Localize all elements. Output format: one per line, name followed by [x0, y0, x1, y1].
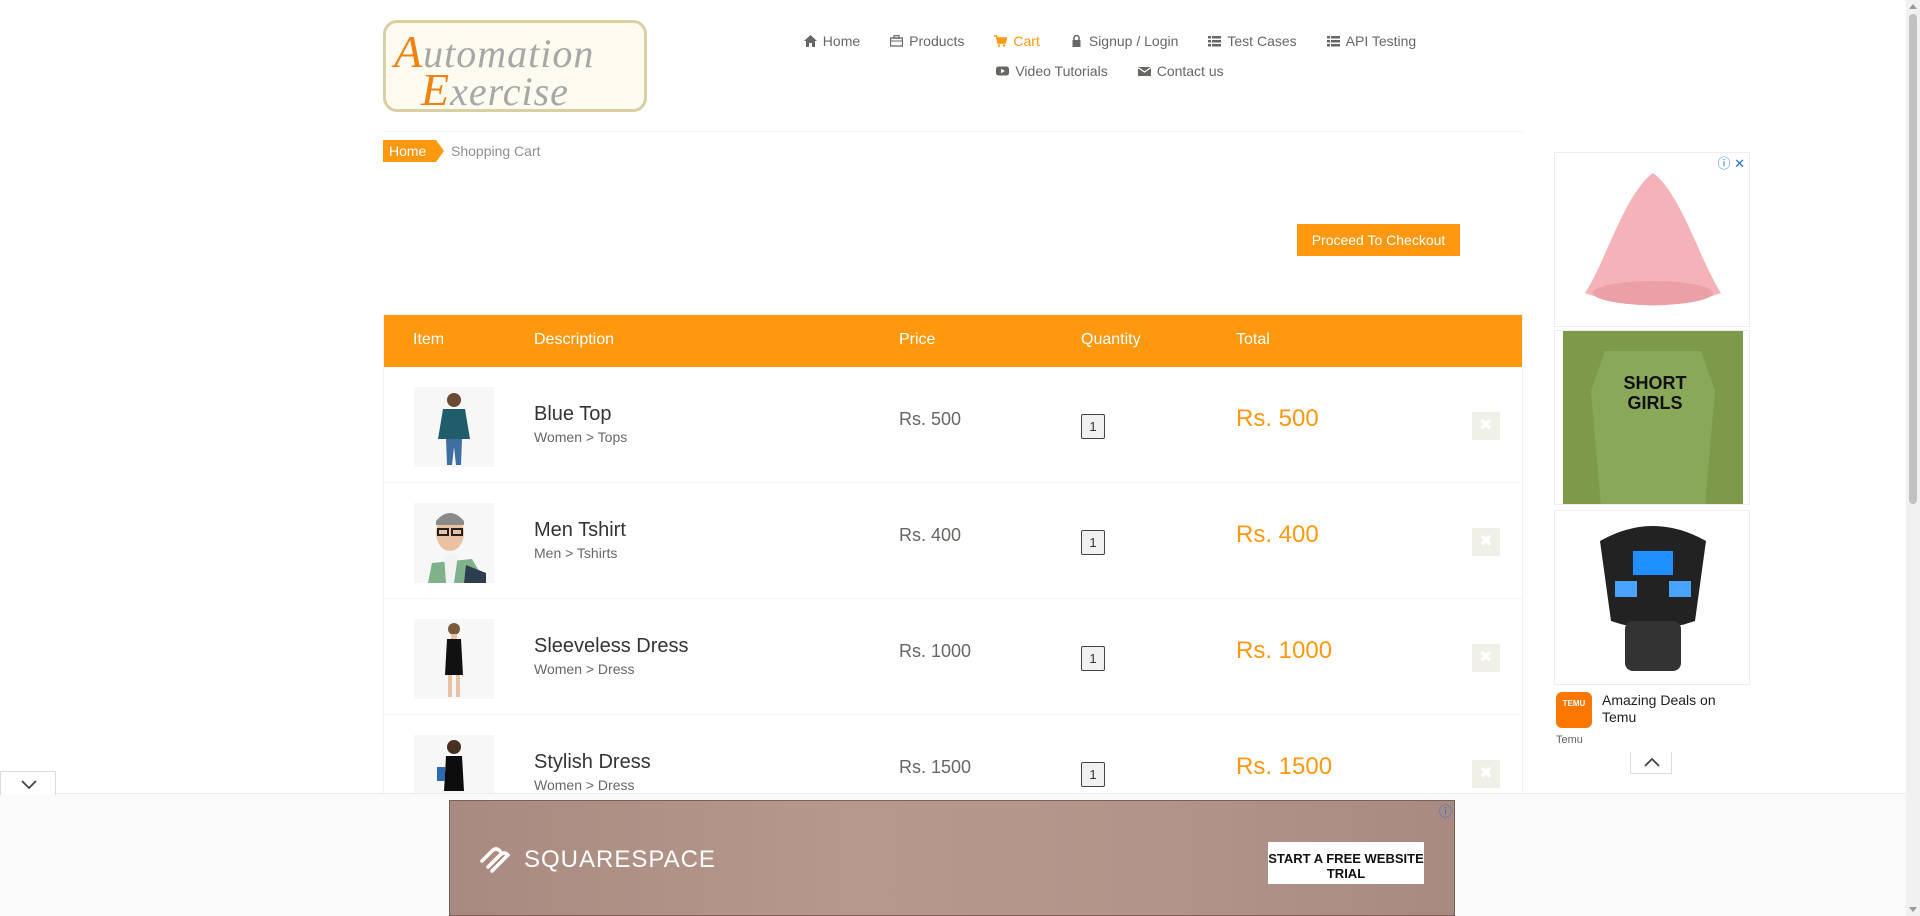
bottom-ad-toggle[interactable] — [0, 771, 56, 795]
nav-contact-us[interactable]: Contact us — [1137, 63, 1224, 79]
quantity-box[interactable]: 1 — [1081, 762, 1105, 787]
nav-video-tutorials[interactable]: Video Tutorials — [996, 63, 1108, 79]
product-price: Rs. 500 — [899, 409, 962, 429]
header-item: Item — [413, 331, 445, 348]
home-icon — [803, 35, 817, 47]
nav-test-cases[interactable]: Test Cases — [1208, 33, 1297, 49]
ad-info-icon[interactable]: ⓘ — [1439, 801, 1452, 820]
ad-product-massager[interactable]: ⓘ ✕ — [1554, 152, 1750, 327]
scroll-thumb[interactable] — [1909, 14, 1917, 504]
main-nav: Home Products Cart Signup / Login Test C… — [780, 26, 1440, 86]
temu-logo[interactable]: TEMU — [1556, 692, 1592, 728]
product-price: Rs. 400 — [899, 525, 962, 545]
header-divider — [383, 131, 1523, 132]
product-price: Rs. 1500 — [899, 757, 972, 777]
squarespace-banner[interactable]: SQUARESPACE START A FREE WEBSITE TRIAL ⓘ — [449, 800, 1455, 916]
quantity-box[interactable]: 1 — [1081, 530, 1105, 555]
cart-table-header: Item Description Price Quantity Total — [384, 315, 1522, 367]
nav-cart[interactable]: Cart — [994, 33, 1040, 49]
nav-home[interactable]: Home — [803, 33, 861, 49]
header-description: Description — [534, 331, 615, 348]
nav-products[interactable]: Products — [890, 33, 964, 49]
chevron-down-icon — [21, 780, 37, 790]
header-quantity: Quantity — [1081, 331, 1141, 348]
scroll-up-arrow-icon[interactable] — [1909, 4, 1917, 9]
cart-icon — [994, 35, 1008, 47]
nav-test-cases-label: Test Cases — [1227, 33, 1297, 49]
delete-item-button[interactable]: ✖ — [1472, 760, 1500, 788]
product-total: Rs. 500 — [1236, 405, 1319, 432]
proceed-to-checkout-button[interactable]: Proceed To Checkout — [1297, 224, 1460, 256]
lock-icon — [1072, 35, 1081, 47]
ad-product-charger[interactable] — [1554, 510, 1750, 685]
quantity-box[interactable]: 1 — [1081, 414, 1105, 439]
cart-row: Sleeveless Dress Women > Dress Rs. 1000 … — [384, 599, 1522, 715]
list-icon — [1326, 36, 1340, 47]
product-name[interactable]: Men Tshirt — [534, 519, 626, 542]
breadcrumb-home[interactable]: Home — [383, 140, 445, 162]
scroll-down-arrow-icon[interactable] — [1909, 907, 1917, 912]
nav-signup-label: Signup / Login — [1088, 33, 1179, 49]
nav-home-label: Home — [822, 33, 861, 49]
nav-signup-login[interactable]: Signup / Login — [1070, 33, 1179, 49]
squarespace-wordmark: SQUARESPACE — [524, 846, 716, 873]
chevron-up-icon — [1644, 757, 1660, 767]
nav-row-1: Home Products Cart Signup / Login Test C… — [780, 26, 1440, 56]
ad-collapse-button[interactable] — [1630, 752, 1672, 774]
envelope-icon — [1137, 67, 1151, 76]
squarespace-logo: SQUARESPACE — [478, 845, 716, 875]
cart-row: Men Tshirt Men > Tshirts Rs. 400 1 Rs. 4… — [384, 483, 1522, 599]
nav-video-label: Video Tutorials — [1015, 63, 1108, 79]
header-price: Price — [899, 331, 936, 348]
product-total: Rs. 400 — [1236, 521, 1319, 548]
ad-caption[interactable]: Amazing Deals on Temu — [1602, 692, 1742, 726]
start-free-trial-button[interactable]: START A FREE WEBSITE TRIAL — [1268, 842, 1424, 884]
cart-table: Item Description Price Quantity Total Bl… — [383, 314, 1523, 794]
product-category: Women > Dress — [534, 661, 635, 677]
product-price: Rs. 1000 — [899, 641, 972, 661]
briefcase-icon — [890, 35, 904, 47]
delete-item-button[interactable]: ✖ — [1472, 412, 1500, 440]
nav-products-label: Products — [909, 33, 965, 49]
cart-row: Blue Top Women > Tops Rs. 500 1 Rs. 500 … — [384, 367, 1522, 483]
breadcrumb-current: Shopping Cart — [451, 143, 541, 159]
header-total: Total — [1236, 331, 1270, 348]
site-logo[interactable]: Automation Exercise — [383, 20, 647, 115]
ad-source: Temu — [1556, 734, 1583, 746]
ad-product-tshirt[interactable]: SHORT GIRLS — [1554, 330, 1750, 505]
cart-row: Stylish Dress Women > Dress Rs. 1500 1 R… — [384, 715, 1522, 793]
delete-item-button[interactable]: ✖ — [1472, 644, 1500, 672]
side-advertisement: ⓘ ✕ SHORT GIRLS TEMU Amazing Deals on Te… — [1554, 152, 1750, 750]
list-icon — [1208, 36, 1222, 47]
nav-api-testing[interactable]: API Testing — [1326, 33, 1417, 49]
product-name[interactable]: Sleeveless Dress — [534, 635, 689, 658]
product-category: Men > Tshirts — [534, 545, 618, 561]
product-category: Women > Dress — [534, 777, 635, 793]
quantity-box[interactable]: 1 — [1081, 646, 1105, 671]
product-image[interactable] — [414, 387, 494, 467]
product-image[interactable] — [414, 619, 494, 699]
nav-row-2: Video Tutorials Contact us — [780, 56, 1440, 86]
product-image[interactable] — [414, 735, 494, 793]
delete-item-button[interactable]: ✖ — [1472, 528, 1500, 556]
ad-info-close-icons[interactable]: ⓘ ✕ — [1717, 153, 1745, 172]
product-name[interactable]: Stylish Dress — [534, 751, 651, 774]
nav-api-testing-label: API Testing — [1345, 33, 1417, 49]
product-category: Women > Tops — [534, 429, 628, 445]
page-scrollbar[interactable] — [1906, 0, 1920, 916]
squarespace-icon — [480, 847, 511, 873]
nav-cart-label: Cart — [1013, 33, 1040, 49]
product-name[interactable]: Blue Top — [534, 403, 611, 426]
youtube-icon — [996, 66, 1010, 76]
nav-contact-label: Contact us — [1156, 63, 1224, 79]
product-total: Rs. 1000 — [1236, 637, 1333, 664]
tshirt-print-text: SHORT GIRLS — [1623, 373, 1687, 413]
product-image[interactable] — [414, 503, 494, 583]
logo-line-2: Exercise — [421, 64, 569, 115]
product-total: Rs. 1500 — [1236, 753, 1333, 780]
